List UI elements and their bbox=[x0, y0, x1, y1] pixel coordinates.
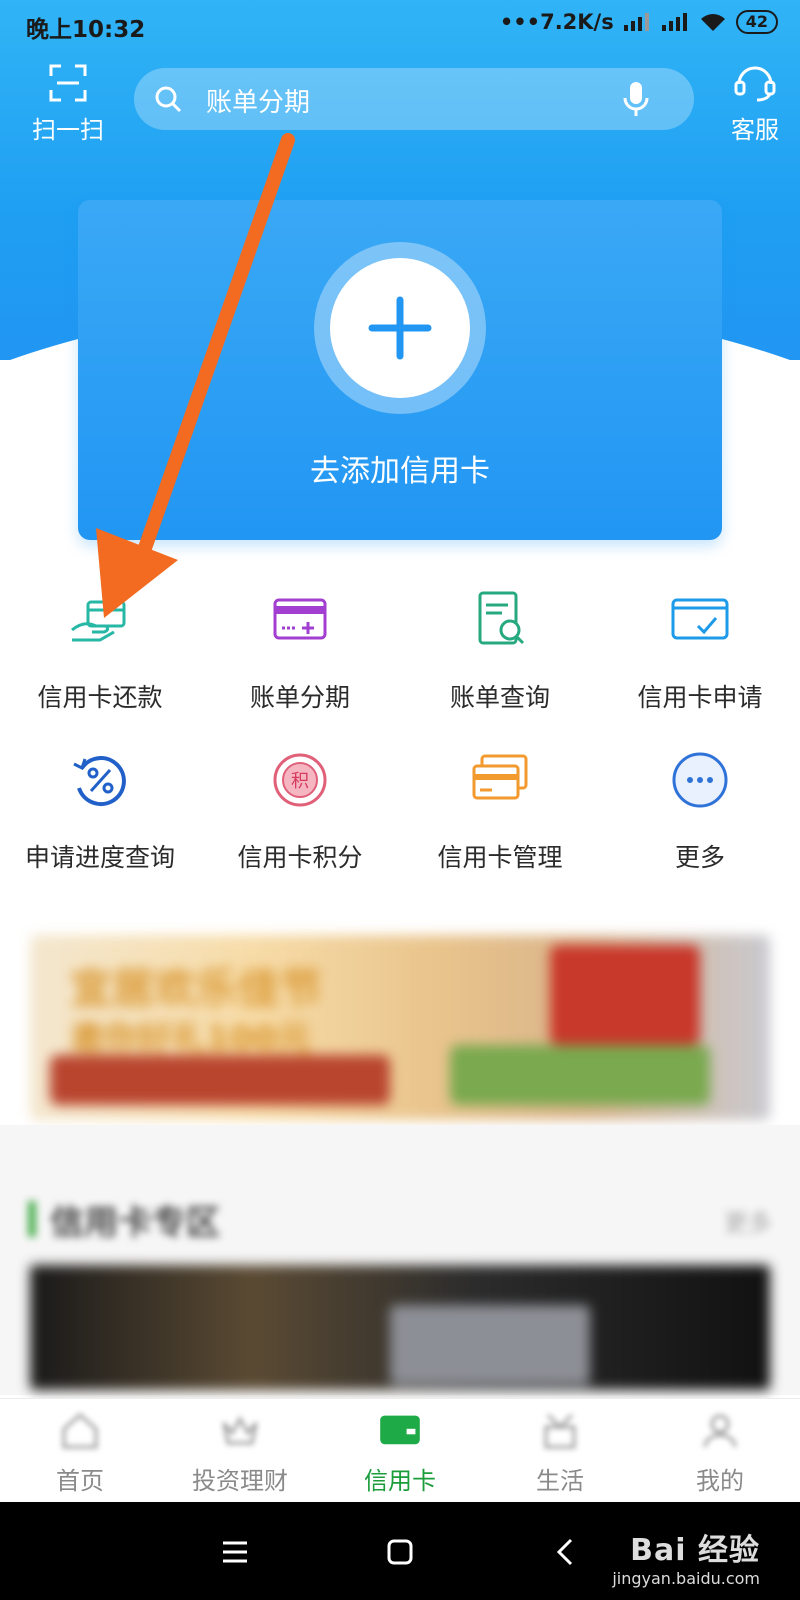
card-manage-icon bbox=[472, 754, 528, 800]
bottom-tab-bar: 首页 投资理财 信用卡 生活 我的 bbox=[0, 1398, 800, 1502]
promo-banner[interactable]: 宜居欢乐佳节 邀你好礼100元 bbox=[30, 935, 770, 1120]
zone-accent-bar bbox=[28, 1201, 36, 1237]
bill-search-icon bbox=[478, 591, 525, 645]
func-label: 信用卡积分 bbox=[237, 843, 363, 872]
card-hand-icon bbox=[71, 600, 126, 642]
percent-progress-icon bbox=[73, 756, 126, 807]
tab-credit-card[interactable]: 信用卡 bbox=[320, 1399, 480, 1503]
scan-label: 扫一扫 bbox=[32, 116, 104, 144]
plus-icon bbox=[368, 296, 432, 360]
add-card-button[interactable] bbox=[330, 258, 470, 398]
user-icon bbox=[703, 1414, 737, 1448]
baidu-watermark: Bai 经验 jingyan.baidu.com bbox=[612, 1525, 760, 1588]
zone-title: 信用卡专区 bbox=[50, 1203, 220, 1243]
func-progress-query[interactable]: 申请进度查询 bbox=[0, 750, 200, 900]
customer-service-button[interactable]: 客服 bbox=[720, 60, 790, 144]
banner-title: 宜居欢乐佳节 bbox=[70, 964, 323, 1013]
home-icon bbox=[62, 1413, 98, 1449]
tab-mine[interactable]: 我的 bbox=[640, 1399, 800, 1503]
watermark-url: jingyan.baidu.com bbox=[612, 1569, 760, 1588]
zone-promo-image[interactable] bbox=[30, 1265, 770, 1390]
system-nav-bar: Bai 经验 jingyan.baidu.com bbox=[0, 1502, 800, 1600]
func-card-points[interactable]: 积 信用卡积分 bbox=[200, 750, 400, 900]
tab-label: 生活 bbox=[536, 1467, 584, 1495]
tab-label: 我的 bbox=[696, 1467, 744, 1495]
wifi-icon bbox=[700, 14, 725, 31]
func-label: 更多 bbox=[674, 843, 725, 872]
add-card-label: 去添加信用卡 bbox=[310, 454, 490, 489]
func-more[interactable]: 更多 bbox=[600, 750, 800, 900]
add-credit-card-panel[interactable]: 去添加信用卡 bbox=[78, 200, 722, 540]
add-card-ring bbox=[314, 242, 486, 414]
func-card-manage[interactable]: 信用卡管理 bbox=[400, 750, 600, 900]
more-icon bbox=[672, 752, 728, 808]
func-card-repay[interactable]: 信用卡还款 bbox=[0, 590, 200, 740]
tab-label: 信用卡 bbox=[364, 1467, 436, 1495]
customer-service-label: 客服 bbox=[731, 116, 779, 144]
top-bar: 扫一扫 账单分期 客服 bbox=[0, 60, 800, 150]
headset-icon bbox=[734, 66, 776, 102]
scan-button[interactable]: 扫一扫 bbox=[28, 60, 108, 144]
signal-icon bbox=[623, 13, 649, 31]
points-icon: 积 bbox=[273, 753, 327, 807]
func-card-apply[interactable]: 信用卡申请 bbox=[600, 590, 800, 740]
home-square-icon[interactable] bbox=[380, 1532, 420, 1572]
microphone-icon[interactable] bbox=[622, 80, 650, 118]
status-indicators: •••7.2K/s 42 bbox=[500, 10, 778, 34]
credit-card-zone-header: 信用卡专区 更多 bbox=[28, 1195, 772, 1245]
back-icon[interactable] bbox=[545, 1532, 585, 1572]
banner-subtitle: 邀你好礼100元 bbox=[70, 1019, 311, 1059]
gift-icon bbox=[544, 1413, 576, 1449]
func-label: 申请进度查询 bbox=[24, 843, 175, 872]
func-label: 信用卡申请 bbox=[637, 683, 763, 712]
menu-icon[interactable] bbox=[215, 1532, 255, 1572]
banner-decoration bbox=[450, 1045, 710, 1105]
card-apply-icon bbox=[671, 598, 729, 640]
banner-decoration bbox=[550, 945, 700, 1045]
func-bill-installment[interactable]: 账单分期 bbox=[200, 590, 400, 740]
status-bar: 晚上10:32 •••7.2K/s 42 bbox=[0, 0, 800, 50]
tab-invest[interactable]: 投资理财 bbox=[160, 1399, 320, 1503]
search-placeholder: 账单分期 bbox=[206, 88, 311, 118]
banner-decoration bbox=[50, 1055, 390, 1105]
svg-text:积: 积 bbox=[291, 771, 309, 792]
search-input[interactable]: 账单分期 bbox=[134, 68, 694, 130]
func-label: 信用卡管理 bbox=[437, 843, 563, 872]
func-label: 账单分期 bbox=[249, 683, 350, 712]
battery-indicator: 42 bbox=[735, 10, 778, 34]
installment-card-icon bbox=[273, 598, 327, 640]
tab-label: 首页 bbox=[56, 1467, 104, 1495]
status-time: 晚上10:32 bbox=[26, 17, 146, 43]
func-bill-query[interactable]: 账单查询 bbox=[400, 590, 600, 740]
card-icon bbox=[380, 1415, 420, 1445]
tab-label: 投资理财 bbox=[192, 1467, 288, 1495]
func-label: 信用卡还款 bbox=[37, 683, 163, 712]
search-icon bbox=[155, 86, 182, 113]
network-speed: •••7.2K/s bbox=[499, 10, 614, 34]
signal-icon bbox=[661, 13, 687, 31]
tab-home[interactable]: 首页 bbox=[0, 1399, 160, 1503]
watermark-main: Bai 经验 bbox=[630, 1533, 760, 1568]
scan-icon bbox=[49, 64, 87, 102]
zone-image-card bbox=[390, 1305, 590, 1385]
tab-life[interactable]: 生活 bbox=[480, 1399, 640, 1503]
crown-icon bbox=[222, 1415, 258, 1445]
zone-more-link[interactable]: 更多 bbox=[724, 1203, 772, 1238]
func-label: 账单查询 bbox=[449, 683, 550, 712]
